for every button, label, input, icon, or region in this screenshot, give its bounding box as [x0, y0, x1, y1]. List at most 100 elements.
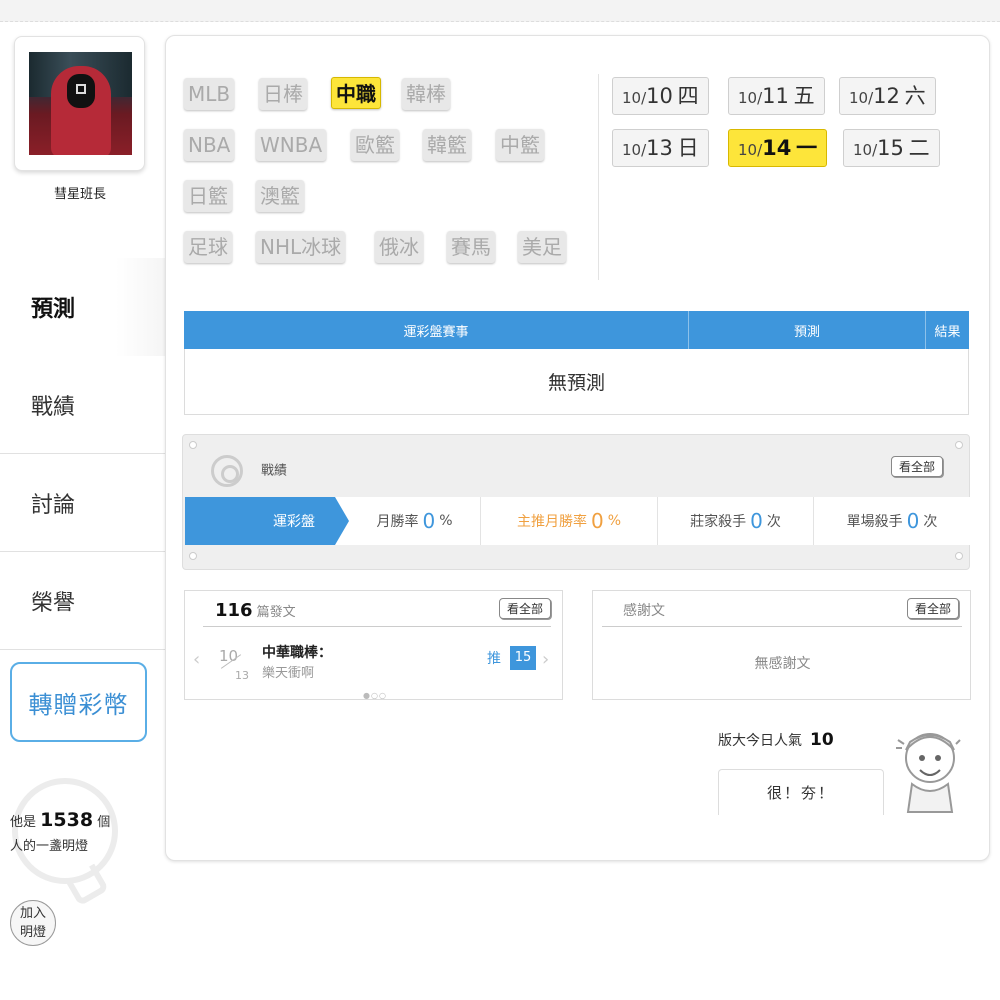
stat-value: 0: [906, 509, 920, 533]
sport-tab-korea-basketball[interactable]: 韓籃: [423, 129, 471, 161]
stat-value: 0: [590, 509, 604, 533]
posts-label: 篇發文: [256, 605, 296, 620]
sport-tab-mlb[interactable]: MLB: [184, 78, 235, 110]
thanks-view-all-button[interactable]: 看全部: [906, 598, 959, 619]
date-day: 15: [877, 136, 904, 160]
avatar: [29, 52, 132, 155]
stat-unit: %: [607, 513, 622, 529]
posts-panel: 116 篇發文 看全部 ‹ 10 13 中華職棒： 樂天衝啊 推 15 › ●○○: [184, 590, 563, 700]
lamp-prefix: 他是: [10, 815, 37, 830]
date-day: 13: [646, 136, 673, 160]
join-label-1: 加入: [19, 906, 46, 921]
stat-value: 0: [750, 509, 763, 533]
posts-view-all-button[interactable]: 看全部: [498, 598, 551, 619]
date-month: 10/: [738, 89, 763, 107]
divider: [203, 626, 551, 627]
sport-tab-nhl[interactable]: NHL冰球: [256, 231, 346, 263]
post-day: 13: [235, 669, 249, 682]
top-border-decoration: [0, 0, 1000, 22]
date-day: 11: [762, 84, 789, 108]
date-tab-1013[interactable]: 10/13 日: [612, 129, 709, 167]
join-lamp-button[interactable]: 加入 明燈: [10, 900, 56, 946]
nav-item-predict[interactable]: 預測: [0, 258, 165, 356]
post-title[interactable]: 中華職棒：: [262, 642, 332, 662]
user-name: 彗星班長: [53, 187, 106, 202]
record-stats-row: 運彩盤 月勝率 0% 主推月勝率 0% 莊家殺手 0 次 單場殺手 0 次: [185, 497, 970, 545]
date-month: 10/: [849, 89, 874, 107]
sport-tab-soccer[interactable]: 足球: [184, 231, 232, 263]
join-label-2: 明燈: [19, 925, 46, 940]
date-day: 12: [873, 84, 900, 108]
record-tab-lottery[interactable]: 運彩盤: [185, 497, 349, 545]
date-weekday: 日: [677, 136, 699, 160]
speech-bubble: 很！夯！: [718, 769, 884, 815]
post-subtitle[interactable]: 樂天衝啊: [262, 662, 314, 681]
lamp-count: 1538: [40, 809, 94, 831]
nav-item-label: 討論: [31, 492, 76, 518]
nav-item-record[interactable]: 戰績: [0, 356, 165, 454]
sport-tab-npb[interactable]: 日棒: [259, 78, 307, 110]
sport-tab-khl[interactable]: 俄冰: [375, 231, 423, 263]
stat-label: 單場殺手: [846, 514, 903, 530]
nav-item-label: 榮譽: [31, 590, 76, 616]
popularity-text: 版大今日人氣 10: [718, 730, 834, 750]
posts-count: 116: [215, 600, 253, 621]
nav-item-label: 預測: [31, 297, 76, 322]
sport-tab-nfl[interactable]: 美足: [518, 231, 566, 263]
stat-value: 0: [422, 509, 436, 533]
date-month: 10/: [622, 141, 647, 159]
stat-label: 月勝率: [376, 514, 419, 530]
sport-tab-euro-basketball[interactable]: 歐籃: [351, 129, 399, 161]
sport-tab-cpbl[interactable]: 中職: [331, 77, 381, 109]
date-month: 10/: [738, 141, 763, 159]
record-panel: 戰績 看全部 運彩盤 月勝率 0% 主推月勝率 0% 莊家殺手 0 次 單場殺手 0 次: [182, 434, 970, 570]
date-tab-1014[interactable]: 10/14 一: [728, 129, 828, 167]
lamp-suffix: 個: [97, 815, 111, 830]
user-avatar-card[interactable]: [14, 36, 145, 171]
date-tab-1010[interactable]: 10/10 四: [612, 77, 709, 115]
record-title-text: 戰績: [261, 463, 288, 479]
sport-tab-japan-basketball[interactable]: 日籃: [184, 180, 232, 212]
popularity-label: 版大今日人氣: [718, 733, 802, 749]
stat-unit: 次: [766, 514, 781, 530]
stat-main-monthly-win: 主推月勝率 0%: [481, 497, 658, 545]
filter-divider: [598, 74, 599, 280]
divider: [602, 626, 962, 627]
stat-banker-killer: 莊家殺手 0 次: [658, 497, 814, 545]
sport-tab-wnba[interactable]: WNBA: [256, 129, 327, 161]
header-event: 運彩盤賽事: [184, 311, 689, 349]
thanks-title: 感謝文: [623, 603, 665, 619]
stat-label: 主推月勝率: [516, 514, 587, 530]
nav-item-honor[interactable]: 榮譽: [0, 552, 165, 650]
corner-dot: [189, 552, 197, 560]
sport-tab-horse-racing[interactable]: 賽馬: [447, 231, 495, 263]
prediction-table-header: 運彩盤賽事 預測 結果: [184, 311, 969, 349]
corner-dot: [955, 441, 963, 449]
target-icon: [211, 455, 243, 487]
mascot-icon: [896, 733, 961, 813]
carousel-dots[interactable]: ●○○: [363, 691, 387, 700]
date-tab-1012[interactable]: 10/12 六: [839, 77, 936, 115]
chevron-left-icon[interactable]: ‹: [193, 649, 200, 670]
date-day: 10: [646, 84, 673, 108]
sport-tab-aus-basketball[interactable]: 澳籃: [256, 180, 304, 212]
gift-coins-button[interactable]: 轉贈彩幣: [10, 662, 147, 742]
corner-dot: [189, 441, 197, 449]
chevron-right-icon[interactable]: ›: [542, 649, 549, 670]
sport-tab-china-basketball[interactable]: 中籃: [496, 129, 544, 161]
record-view-all-button[interactable]: 看全部: [890, 456, 943, 477]
date-day: 14: [762, 136, 792, 160]
date-tab-1011[interactable]: 10/11 五: [728, 77, 825, 115]
nav-item-label: 戰績: [31, 394, 76, 420]
thanks-panel: 感謝文 看全部 無感謝文: [592, 590, 971, 700]
sport-tab-nba[interactable]: NBA: [184, 129, 235, 161]
nav-item-discussion[interactable]: 討論: [0, 454, 165, 552]
stat-label: 莊家殺手: [690, 514, 747, 530]
push-count-badge: 15: [510, 646, 536, 670]
sport-tab-kbo[interactable]: 韓棒: [402, 78, 450, 110]
date-tab-1015[interactable]: 10/15 二: [843, 129, 940, 167]
date-month: 10/: [622, 89, 647, 107]
date-weekday: 六: [904, 84, 926, 108]
date-weekday: 五: [793, 84, 815, 108]
header-prediction: 預測: [689, 311, 926, 349]
